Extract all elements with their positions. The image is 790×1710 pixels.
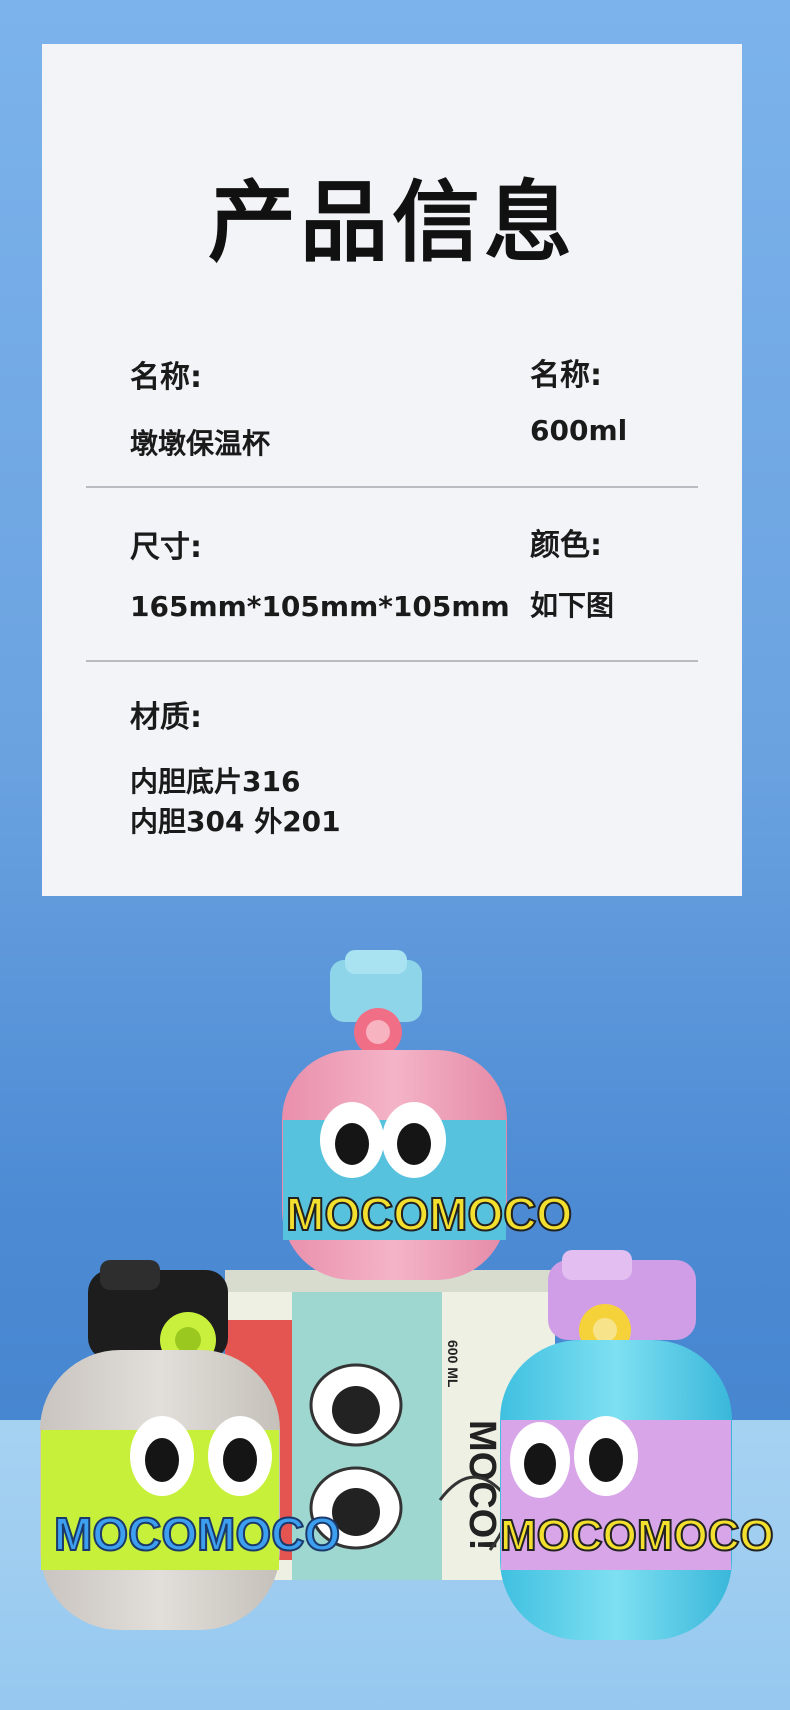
color-value: 如下图 xyxy=(530,589,615,622)
pink-bottle-brand: MOCOMOCO xyxy=(286,1188,572,1240)
product-photo: MOCO! 600 ML MOCOMOCO MOCOMOCO MOCOMOCO xyxy=(40,950,775,1640)
box-capacity-text: 600 ML xyxy=(445,1340,461,1388)
divider xyxy=(86,660,698,662)
material-line-2: 内胆304 外201 xyxy=(130,805,341,838)
name-label: 名称: xyxy=(130,360,202,395)
divider xyxy=(86,486,698,488)
gray-bottle-brand: MOCOMOCO xyxy=(54,1508,340,1560)
page-title: 产品信息 xyxy=(207,171,576,274)
name-value: 墩墩保温杯 xyxy=(130,427,271,460)
capacity-label: 名称: xyxy=(530,358,602,393)
product-info-card: 产品信息 名称: 墩墩保温杯 名称: 600ml 尺寸: 165mm*105mm… xyxy=(42,44,742,896)
color-label: 颜色: xyxy=(530,528,602,563)
size-value: 165mm*105mm*105mm xyxy=(130,590,510,623)
material-label: 材质: xyxy=(130,700,202,735)
size-label: 尺寸: xyxy=(130,530,202,565)
pink-bottle: MOCOMOCO xyxy=(282,950,573,1280)
cyan-bottle-brand: MOCOMOCO xyxy=(500,1511,774,1560)
capacity-value: 600ml xyxy=(530,414,628,447)
material-line-1: 内胆底片316 xyxy=(130,765,301,798)
